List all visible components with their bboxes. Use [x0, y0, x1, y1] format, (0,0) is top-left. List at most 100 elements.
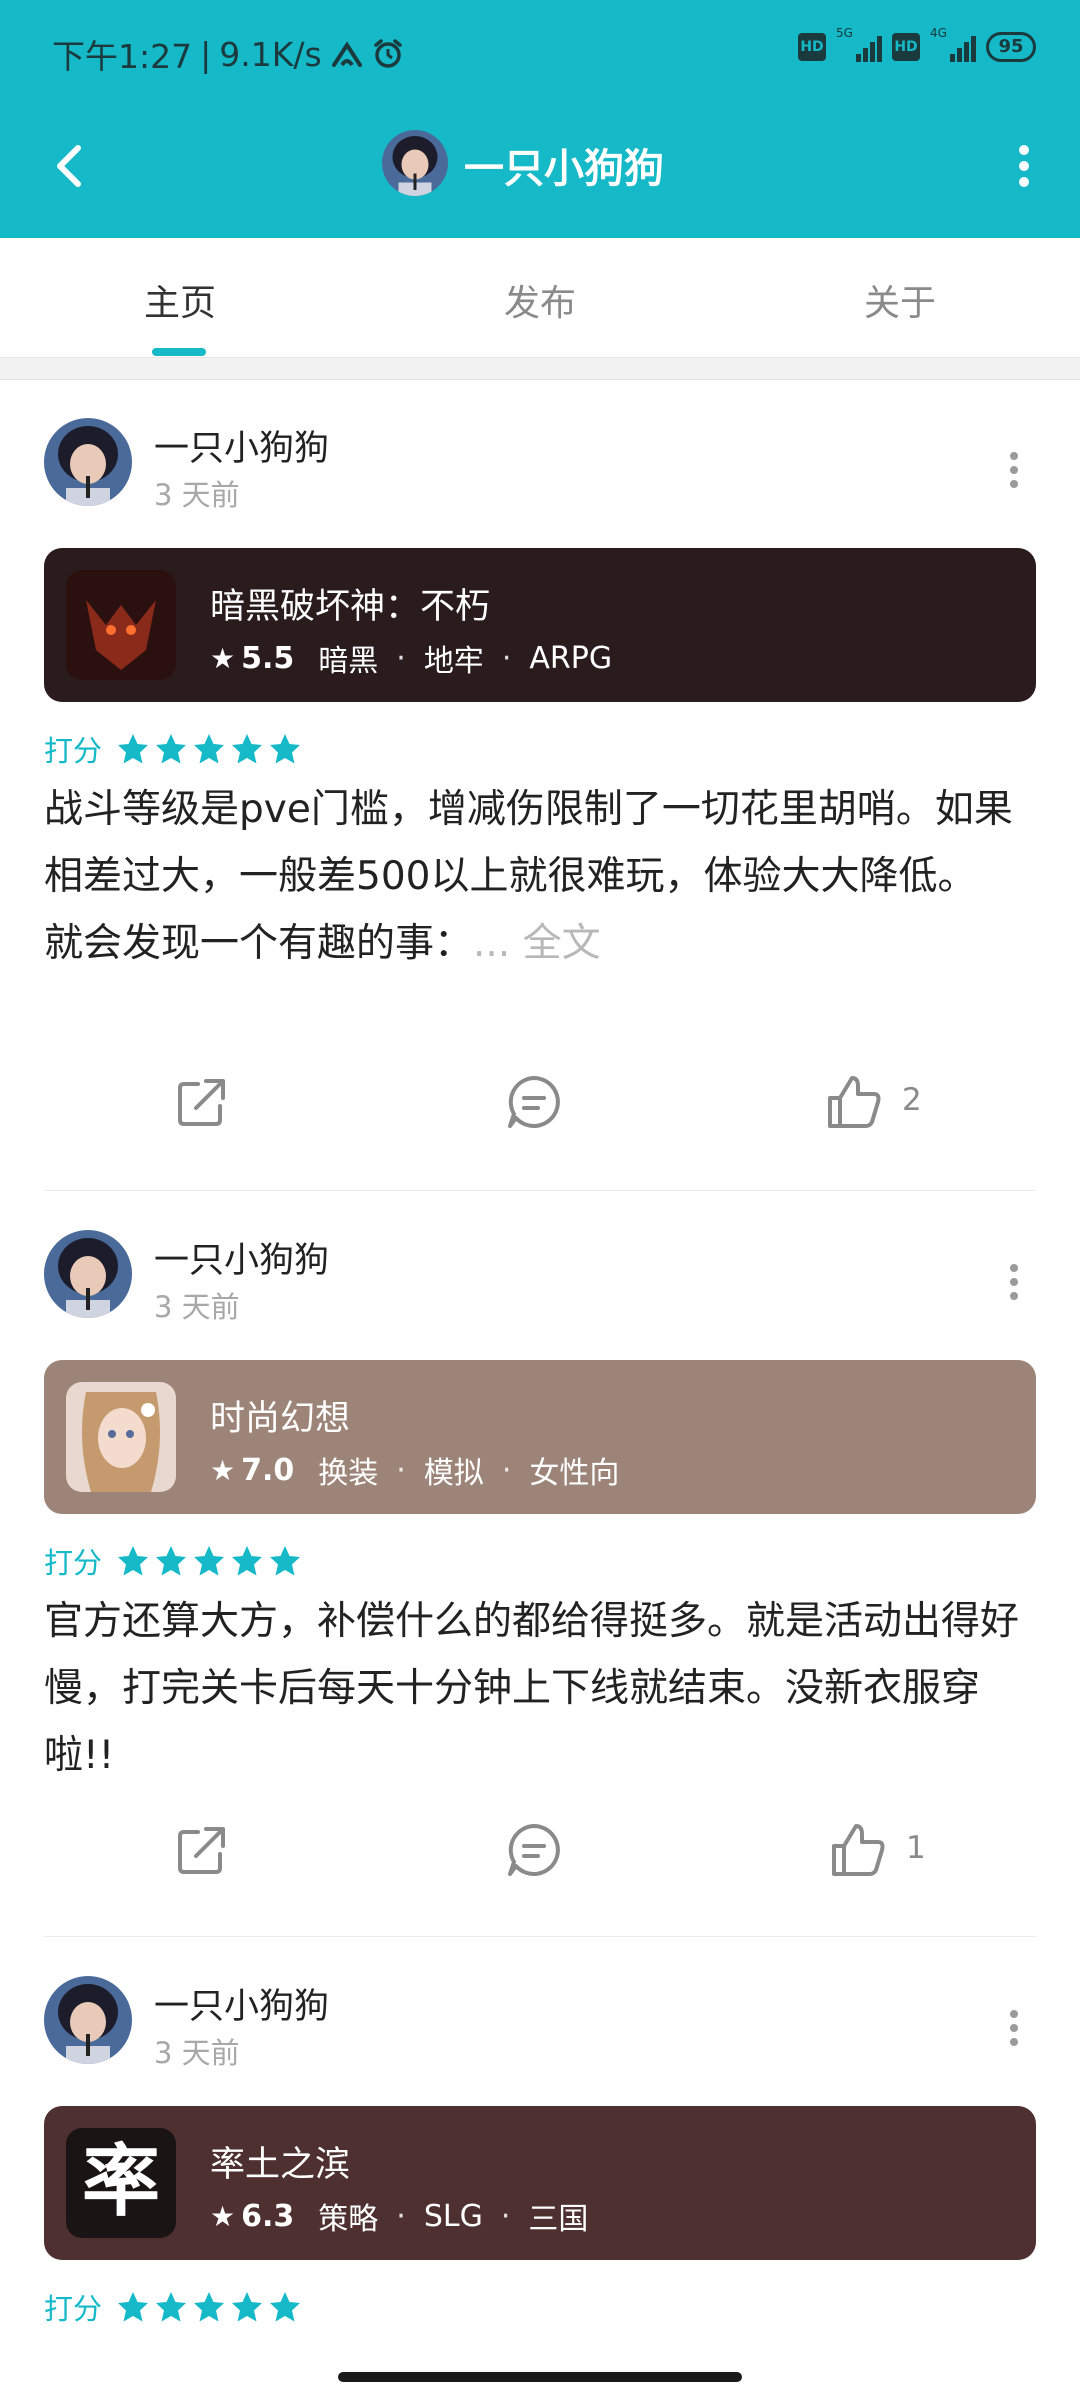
more-vertical-icon[interactable] — [994, 134, 1054, 198]
game-title: 率土之滨 — [210, 2145, 351, 2185]
rating-star-icon — [232, 1546, 263, 1576]
post-divider — [44, 1190, 1036, 1191]
status-right: HD 5G HD 4G 95 — [798, 26, 1036, 62]
tag-separator: · — [500, 2198, 511, 2234]
game-card[interactable]: 率 率土之滨 ★ 6.3 策略 · SLG · 三国 — [44, 2106, 1036, 2260]
tab-home[interactable]: 主页 — [80, 274, 280, 326]
star-icon: ★ — [210, 2199, 236, 2233]
game-title: 暗黑破坏神：不朽 — [210, 587, 491, 627]
tag-separator: · — [501, 640, 512, 676]
game-cover-image — [66, 1382, 176, 1492]
comment-icon[interactable] — [502, 1070, 566, 1134]
game-card[interactable]: 暗黑破坏神：不朽 ★ 5.5 暗黑 · 地牢 · ARPG — [44, 548, 1036, 702]
signal-icon-sim1: 5G — [836, 26, 882, 62]
post-text[interactable]: 战斗等级是pve门槛，增减伤限制了一切花里胡哨。如果相差过大，一般差500以上就… — [44, 776, 1044, 977]
post-card-2: 一只小狗狗 3 天前 时尚幻想 ★ 7.0 换装 · 模拟 · 女性向 打分 官… — [0, 1192, 1080, 1938]
post-card-3: 一只小狗狗 3 天前 率 率土之滨 ★ 6.3 策略 · SLG · 三国 打分 — [0, 1938, 1080, 2400]
author-avatar[interactable] — [44, 1976, 132, 2064]
game-card[interactable]: 时尚幻想 ★ 7.0 换装 · 模拟 · 女性向 — [44, 1360, 1036, 1514]
rating-row: 打分 — [44, 2286, 306, 2328]
post-time: 3 天前 — [154, 1290, 240, 1324]
tab-posts[interactable]: 发布 — [440, 274, 640, 326]
status-net-speed: 9.1K/s — [219, 34, 322, 74]
nav-title: 一只小狗狗 — [464, 146, 664, 192]
game-meta: ★ 7.0 换装 · 模拟 · 女性向 — [210, 1448, 619, 1492]
rating-label: 打分 — [44, 2292, 103, 2326]
signal-icon-sim2: 4G — [930, 26, 976, 62]
rating-label: 打分 — [44, 1546, 103, 1580]
section-separator — [0, 358, 1080, 380]
rating-star-icon — [118, 1546, 149, 1576]
author-name[interactable]: 一只小狗狗 — [154, 1978, 329, 2029]
hd-badge-2: HD — [892, 33, 920, 61]
home-indicator[interactable] — [338, 2372, 742, 2382]
game-meta: ★ 6.3 策略 · SLG · 三国 — [210, 2194, 588, 2238]
rating-star-icon — [270, 2292, 301, 2322]
share-icon[interactable] — [170, 1070, 234, 1134]
app-header: 下午1:27 | 9.1K/s HD 5G HD 4G 95 一只小狗狗 — [0, 0, 1080, 238]
tab-about[interactable]: 关于 — [800, 274, 1000, 326]
rating-star-icon — [156, 734, 187, 764]
author-name[interactable]: 一只小狗狗 — [154, 420, 329, 471]
tag-separator: · — [396, 640, 406, 676]
game-tag: 女性向 — [529, 1456, 620, 1491]
game-tag: 暗黑 — [318, 644, 379, 679]
status-separator: | — [200, 34, 212, 74]
rating-label: 打分 — [44, 734, 103, 768]
status-time: 下午1:27 — [52, 37, 193, 76]
game-tag: 策略 — [318, 2202, 379, 2237]
like-thumb-icon[interactable] — [822, 1070, 886, 1134]
star-icon: ★ — [210, 1453, 236, 1487]
rating-star-icon — [232, 734, 263, 764]
tag-separator: · — [396, 2198, 406, 2234]
rating-stars — [116, 732, 306, 766]
rating-star-icon — [118, 2292, 149, 2322]
like-count: 1 — [906, 1830, 926, 1866]
rating-stars — [116, 2290, 306, 2324]
rating-star-icon — [194, 734, 225, 764]
game-tag: 地牢 — [423, 644, 484, 679]
rating-row: 打分 — [44, 1540, 306, 1582]
read-more-link[interactable]: ... 全文 — [473, 921, 601, 966]
sim2-network-type: 4G — [930, 26, 947, 40]
game-tag: 三国 — [528, 2202, 589, 2237]
like-count: 2 — [902, 1082, 922, 1118]
comment-icon[interactable] — [502, 1818, 566, 1882]
post-card-1: 一只小狗狗 3 天前 暗黑破坏神：不朽 ★ 5.5 暗黑 · 地牢 · ARPG… — [0, 380, 1080, 1192]
author-name[interactable]: 一只小狗狗 — [154, 1232, 329, 1283]
game-title: 时尚幻想 — [210, 1399, 351, 1439]
game-tag: 换装 — [318, 1456, 379, 1491]
game-score: 7.0 — [241, 1452, 295, 1488]
rating-star-icon — [156, 2292, 187, 2322]
post-body: 官方还算大方，补偿什么的都给得挺多。就是活动出得好慢，打完关卡后每天十分钟上下线… — [44, 1599, 1020, 1778]
rating-star-icon — [270, 734, 301, 764]
author-avatar[interactable] — [44, 1230, 132, 1318]
rating-star-icon — [232, 2292, 263, 2322]
tag-separator: · — [396, 1452, 406, 1488]
post-more-icon[interactable] — [996, 1260, 1032, 1304]
game-cover-image — [66, 570, 176, 680]
alarm-icon — [373, 39, 402, 68]
nav-avatar[interactable] — [382, 130, 448, 196]
rating-star-icon — [270, 1546, 301, 1576]
game-tag: ARPG — [529, 640, 613, 676]
post-more-icon[interactable] — [996, 2006, 1032, 2050]
profile-tabs: 主页 发布 关于 — [0, 238, 1080, 358]
hd-badge-1: HD — [798, 33, 826, 61]
status-left: 下午1:27 | 9.1K/s — [52, 30, 404, 78]
post-actions: 1 — [0, 1818, 1080, 1898]
share-icon[interactable] — [170, 1818, 234, 1882]
author-avatar[interactable] — [44, 418, 132, 506]
sim1-network-type: 5G — [836, 26, 853, 40]
battery-indicator: 95 — [986, 32, 1036, 62]
post-text[interactable]: 官方还算大方，补偿什么的都给得挺多。就是活动出得好慢，打完关卡后每天十分钟上下线… — [44, 1588, 1044, 1789]
rating-star-icon — [194, 2292, 225, 2322]
back-arrow-icon[interactable] — [38, 134, 102, 198]
post-more-icon[interactable] — [996, 448, 1032, 492]
game-tag: 模拟 — [423, 1456, 484, 1491]
like-thumb-icon[interactable] — [826, 1818, 890, 1882]
game-cover-image: 率 — [66, 2128, 176, 2238]
rating-star-icon — [194, 1546, 225, 1576]
rating-stars — [116, 1544, 306, 1578]
game-cover-glyph: 率 — [81, 2136, 160, 2227]
